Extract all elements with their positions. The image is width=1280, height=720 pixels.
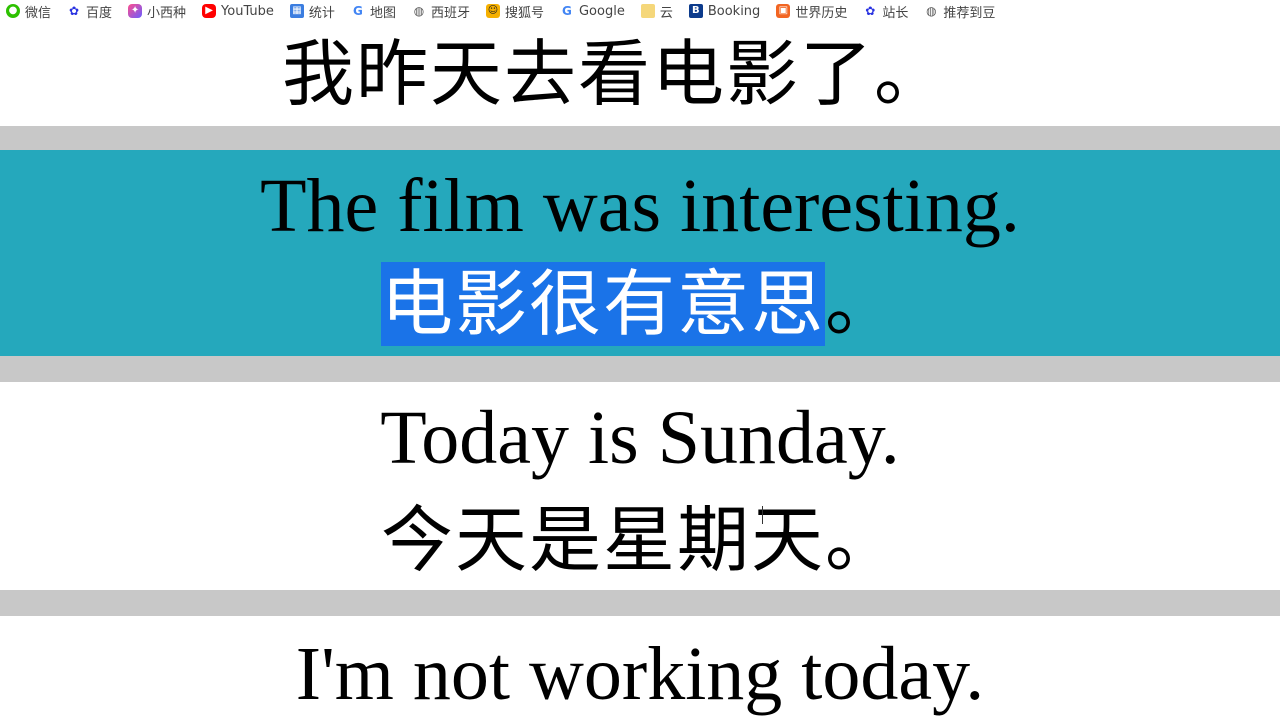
bookmark-cloud[interactable]: 云 [635,0,683,22]
bookmark-webmaster[interactable]: ✿ 站长 [857,0,918,22]
bookmark-statistics[interactable]: ▦ 统计 [284,0,345,22]
baidu-icon: ✿ [67,4,82,18]
bookmark-label: 云 [659,5,673,21]
sentence-chinese-2: 电影很有意思。 [0,262,1280,346]
google-icon: G [559,4,574,18]
bookmark-label: Google [578,3,625,19]
bookmark-label: 站长 [882,5,909,21]
selected-text[interactable]: 电影很有意思 [380,262,825,346]
baidu-icon: ✿ [863,4,878,18]
bookmarks-bar: ● 微信 ✿ 百度 ✦ 小西种 ▶ YouTube ▦ 统计 G 地图 ◍ 西班… [0,0,1280,23]
bookmark-label: 统计 [308,5,335,21]
sentence-chinese-1: 我昨天去看电影了。 [281,32,948,116]
bookmark-label: 搜狐号 [504,5,544,21]
sentence-english-3: Today is Sunday. [380,396,900,480]
xiaoxi-icon: ✦ [128,4,143,18]
sogou-icon: ☺ [485,4,500,18]
statistics-icon: ▦ [289,4,304,18]
bookmark-maps[interactable]: G 地图 [345,0,406,22]
bookmark-label: 世界历史 [795,5,848,21]
bookmark-label: 推荐到豆 [943,5,996,21]
separator-bar [0,126,1280,150]
sentence-english-4: I'm not working today. [295,632,985,716]
bookmark-label: YouTube [221,3,274,19]
bookmark-label: 西班牙 [430,5,470,21]
bookmark-label: 地图 [369,5,396,21]
bookmark-baidu[interactable]: ✿ 百度 [61,0,122,22]
separator-bar [0,356,1280,382]
bookmark-label: 微信 [25,5,52,21]
bookmark-label: 百度 [86,5,113,21]
booking-icon: B [688,4,703,18]
history-icon: ▣ [776,4,791,18]
bookmark-google[interactable]: G Google [554,0,635,22]
bookmark-wechat[interactable]: ● 微信 [0,0,61,22]
folder-icon [640,4,655,18]
bookmark-youtube[interactable]: ▶ YouTube [196,0,284,22]
wechat-icon: ● [6,4,20,18]
bookmark-label: Booking [707,3,761,19]
separator-bar [0,590,1280,616]
bookmark-recommend[interactable]: ◍ 推荐到豆 [918,0,1005,22]
sentence-tail: 。 [825,262,900,346]
globe-icon: ◍ [411,4,426,18]
bookmark-booking[interactable]: B Booking [683,0,770,22]
bookmark-spain[interactable]: ◍ 西班牙 [406,0,480,22]
sentence-english-2: The film was interesting. [260,164,1020,248]
google-icon: G [350,4,365,18]
sentence-chinese-3: 今天是星期天。 [380,498,899,582]
bookmark-sohu[interactable]: ☺ 搜狐号 [480,0,554,22]
globe-icon: ◍ [924,4,939,18]
bookmark-label: 小西种 [147,5,187,21]
bookmark-world-history[interactable]: ▣ 世界历史 [770,0,857,22]
text-cursor-icon [762,506,769,524]
bookmark-xiaoxi[interactable]: ✦ 小西种 [122,0,196,22]
youtube-icon: ▶ [202,4,217,18]
